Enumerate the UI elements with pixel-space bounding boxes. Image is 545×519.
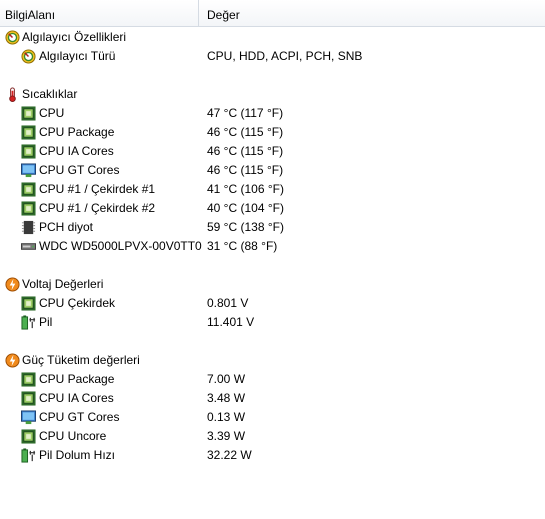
sensor-label: CPU Package (39, 372, 115, 386)
battery-plug-icon (21, 448, 36, 463)
category-row[interactable]: Güç Tüketim değerleri (0, 351, 545, 370)
sensor-row[interactable]: CPU Çekirdek 0.801 V (0, 294, 545, 313)
sensor-value: 3.48 W (207, 391, 246, 405)
sensor-label: CPU #1 / Çekirdek #1 (39, 182, 156, 196)
column-header-bar: BilgiAlanı Değer (0, 0, 545, 27)
sensor-row[interactable]: CPU Package 46 °C (115 °F) (0, 123, 545, 142)
cpu-chip-icon (21, 296, 36, 311)
category-label: Sıcaklıklar (22, 87, 78, 101)
sensor-row[interactable]: Pil 11.401 V (0, 313, 545, 332)
sensor-label: CPU GT Cores (39, 410, 120, 424)
category-row[interactable]: Sıcaklıklar (0, 85, 545, 104)
sensor-row[interactable]: CPU GT Cores 46 °C (115 °F) (0, 161, 545, 180)
sensor-row[interactable]: CPU IA Cores 46 °C (115 °F) (0, 142, 545, 161)
sensor-label: CPU Çekirdek (39, 296, 116, 310)
cpu-chip-icon (21, 429, 36, 444)
sensor-value: 32.22 W (207, 448, 252, 462)
column-header-value[interactable]: Değer (207, 0, 240, 26)
battery-plug-icon (21, 315, 36, 330)
sensor-value: 3.39 W (207, 429, 246, 443)
sensor-value: 11.401 V (207, 315, 255, 329)
hard-drive-icon (21, 239, 36, 254)
sensor-label: Pil Dolum Hızı (39, 448, 116, 462)
power-bolt-icon (5, 353, 20, 368)
sensor-value: 0.801 V (207, 296, 249, 310)
sensor-label: CPU IA Cores (39, 144, 114, 158)
sensor-value: 46 °C (115 °F) (207, 163, 284, 177)
cpu-chip-icon (21, 201, 36, 216)
sensor-row[interactable]: PCH diyot 59 °C (138 °F) (0, 218, 545, 237)
sensor-row[interactable]: CPU #1 / Çekirdek #1 41 °C (106 °F) (0, 180, 545, 199)
sensor-value: 40 °C (104 °F) (207, 201, 284, 215)
cpu-chip-icon (21, 144, 36, 159)
sensor-label: CPU (39, 106, 65, 120)
cpu-chip-icon (21, 125, 36, 140)
category-row[interactable]: Voltaj Değerleri (0, 275, 545, 294)
cpu-chip-icon (21, 372, 36, 387)
sensor-value: 41 °C (106 °F) (207, 182, 284, 196)
sensor-label: CPU Package (39, 125, 115, 139)
sensor-row[interactable]: Algılayıcı Türü CPU, HDD, ACPI, PCH, SNB (0, 47, 545, 66)
sensor-value: 47 °C (117 °F) (207, 106, 284, 120)
sensor-label: PCH diyot (39, 220, 94, 234)
sensor-label: WDC WD5000LPVX-00V0TT0 (39, 239, 202, 253)
sensor-row[interactable]: CPU Uncore 3.39 W (0, 427, 545, 446)
sensor-label: CPU Uncore (39, 429, 107, 443)
category-label: Algılayıcı Özellikleri (22, 30, 127, 44)
sensor-value: 31 °C (88 °F) (207, 239, 278, 253)
sensor-label: CPU #1 / Çekirdek #2 (39, 201, 156, 215)
sensor-label: CPU IA Cores (39, 391, 114, 405)
sensor-value: 7.00 W (207, 372, 246, 386)
sensor-value: 46 °C (115 °F) (207, 144, 284, 158)
sensor-row[interactable]: CPU GT Cores 0.13 W (0, 408, 545, 427)
sensor-row[interactable]: CPU #1 / Çekirdek #2 40 °C (104 °F) (0, 199, 545, 218)
column-header-field[interactable]: BilgiAlanı (5, 0, 199, 26)
sensor-gauge-icon (21, 49, 36, 64)
category-label: Güç Tüketim değerleri (22, 353, 140, 367)
cpu-chip-icon (21, 391, 36, 406)
sensor-row[interactable]: WDC WD5000LPVX-00V0TT0 31 °C (88 °F) (0, 237, 545, 256)
gpu-monitor-icon (21, 163, 36, 178)
category-label: Voltaj Değerleri (22, 277, 104, 291)
sensor-gauge-icon (5, 30, 20, 45)
thermometer-icon (5, 87, 20, 102)
sensor-label: Pil (39, 315, 53, 329)
sensor-value: 0.13 W (207, 410, 246, 424)
sensor-row[interactable]: Pil Dolum Hızı 32.22 W (0, 446, 545, 465)
voltage-bolt-icon (5, 277, 20, 292)
cpu-chip-icon (21, 106, 36, 121)
sensor-value: CPU, HDD, ACPI, PCH, SNB (207, 49, 363, 63)
sensor-row[interactable]: CPU Package 7.00 W (0, 370, 545, 389)
sensor-value: 59 °C (138 °F) (207, 220, 284, 234)
sensor-label: CPU GT Cores (39, 163, 120, 177)
sensor-value: 46 °C (115 °F) (207, 125, 284, 139)
sensor-row[interactable]: CPU IA Cores 3.48 W (0, 389, 545, 408)
category-row[interactable]: Algılayıcı Özellikleri (0, 28, 545, 47)
sensor-row[interactable]: CPU 47 °C (117 °F) (0, 104, 545, 123)
gpu-monitor-icon (21, 410, 36, 425)
sensor-label: Algılayıcı Türü (39, 49, 116, 63)
cpu-chip-icon (21, 182, 36, 197)
pch-chip-icon (21, 220, 36, 235)
